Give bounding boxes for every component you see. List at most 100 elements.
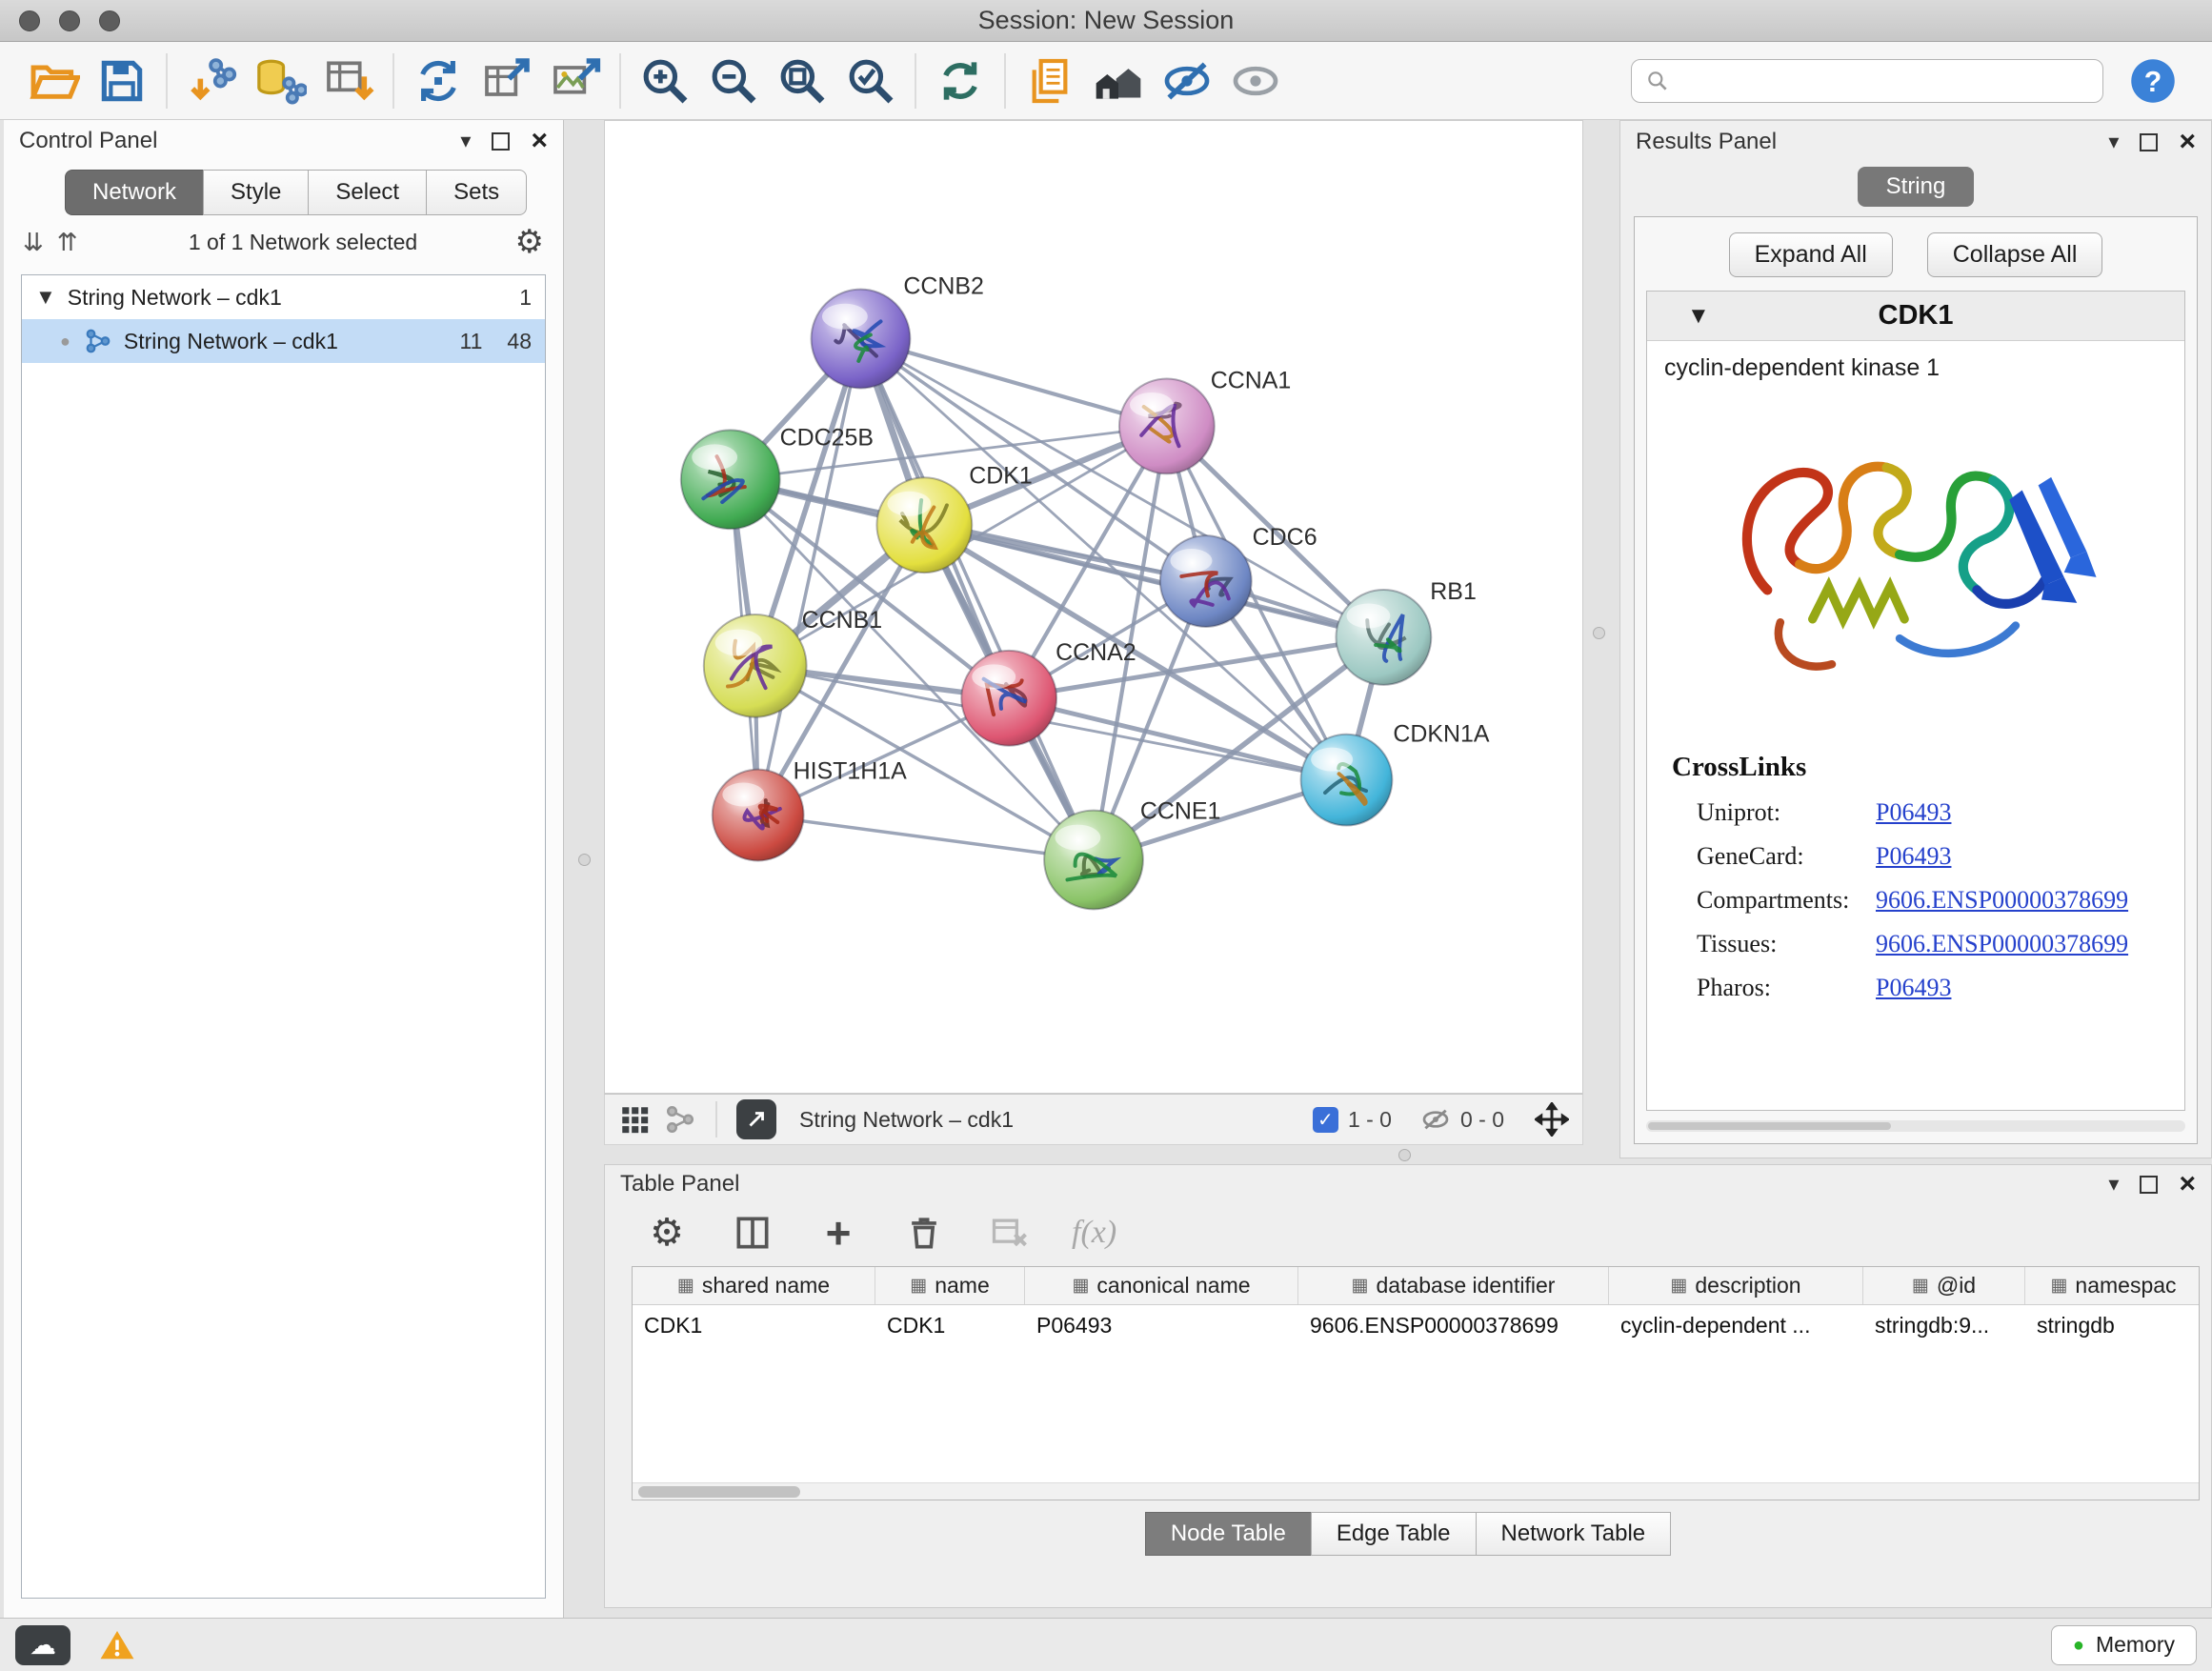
panel-menu-icon[interactable]: ▾ [2108, 131, 2119, 152]
node-CDC6[interactable] [1160, 535, 1252, 627]
tab-network-table[interactable]: Network Table [1476, 1512, 1672, 1556]
home-button[interactable] [1084, 47, 1153, 115]
node-CCNA2[interactable] [961, 651, 1056, 746]
zoom-selected-button[interactable] [836, 47, 905, 115]
function-builder-button[interactable]: f(x) [1072, 1215, 1116, 1251]
table-cell[interactable]: cyclin-dependent ... [1609, 1305, 1863, 1345]
save-session-button[interactable] [88, 47, 156, 115]
table-cell[interactable]: CDK1 [633, 1305, 875, 1345]
edge-CCNB2-HIST1H1A[interactable] [758, 339, 861, 815]
maximize-window-button[interactable] [99, 10, 120, 31]
splitter-handle[interactable] [1398, 1149, 1411, 1161]
open-session-button[interactable] [19, 47, 88, 115]
network-canvas[interactable]: CCNB2CCNA1CDC25BCDK1CDC6RB1CCNB1CCNA2CDK… [604, 120, 1583, 1094]
hide-selected-button[interactable] [1153, 47, 1221, 115]
network-graph[interactable]: CCNB2CCNA1CDC25BCDK1CDC6RB1CCNB1CCNA2CDK… [605, 121, 1582, 1093]
show-all-button[interactable] [1221, 47, 1290, 115]
column-header-shared-name[interactable]: ▦shared name [633, 1267, 875, 1304]
close-panel-icon[interactable]: × [531, 127, 548, 155]
node-CCNB1[interactable] [704, 614, 807, 717]
import-table-button[interactable] [314, 47, 383, 115]
show-columns-button[interactable] [729, 1209, 776, 1257]
column-header-description[interactable]: ▦description [1609, 1267, 1863, 1304]
expand-all-networks-icon[interactable]: ⇊ [23, 228, 44, 257]
splitter-handle[interactable] [578, 854, 591, 866]
table-cell[interactable]: P06493 [1025, 1305, 1298, 1345]
pan-crosshair-icon[interactable] [1535, 1102, 1569, 1137]
expand-all-button[interactable]: Expand All [1729, 232, 1893, 277]
collapse-all-networks-icon[interactable]: ⇈ [57, 228, 78, 257]
edge-HIST1H1A-CCNE1[interactable] [758, 815, 1094, 860]
zoom-fit-button[interactable] [768, 47, 836, 115]
node-CCNE1[interactable] [1044, 811, 1143, 910]
memory-button[interactable]: ● Memory [2051, 1625, 2197, 1665]
table-cell[interactable]: CDK1 [875, 1305, 1025, 1345]
tab-sets[interactable]: Sets [426, 170, 527, 215]
duplicate-network-button[interactable] [1016, 47, 1084, 115]
zoom-in-button[interactable] [631, 47, 699, 115]
grid-view-icon[interactable] [618, 1103, 651, 1136]
crosslink-value-link[interactable]: 9606.ENSP00000378699 [1876, 930, 2128, 958]
column-header-@id[interactable]: ▦@id [1863, 1267, 2025, 1304]
help-button[interactable]: ? [2126, 54, 2180, 108]
close-window-button[interactable] [19, 10, 40, 31]
tab-node-table[interactable]: Node Table [1145, 1512, 1311, 1556]
tab-select[interactable]: Select [308, 170, 426, 215]
results-scrollbar[interactable] [1646, 1120, 2185, 1132]
share-view-icon[interactable] [664, 1103, 696, 1136]
tab-string[interactable]: String [1858, 167, 1975, 207]
panel-menu-icon[interactable]: ▾ [460, 131, 471, 151]
export-image-button[interactable] [541, 47, 610, 115]
column-header-namespac[interactable]: ▦namespac [2025, 1267, 2200, 1304]
export-table-button[interactable] [473, 47, 541, 115]
node-CDK1[interactable] [876, 477, 972, 573]
add-column-button[interactable]: + [814, 1209, 862, 1257]
column-header-database-identifier[interactable]: ▦database identifier [1298, 1267, 1609, 1304]
float-panel-icon[interactable] [2140, 133, 2158, 151]
table-cell[interactable]: stringdb [2025, 1305, 2200, 1345]
network-options-gear-icon[interactable]: ⚙ [515, 226, 544, 258]
table-cell[interactable]: stringdb:9... [1863, 1305, 2025, 1345]
node-CCNA1[interactable] [1119, 378, 1215, 473]
selected-items-checkbox[interactable]: ✓ [1313, 1107, 1338, 1133]
float-panel-icon[interactable] [2140, 1176, 2158, 1194]
splitter-handle[interactable] [1593, 627, 1605, 639]
close-panel-icon[interactable]: × [2179, 128, 2196, 156]
delete-column-button[interactable] [900, 1209, 948, 1257]
zoom-out-button[interactable] [699, 47, 768, 115]
panel-menu-icon[interactable]: ▾ [2108, 1174, 2119, 1195]
delete-table-button-disabled[interactable] [986, 1209, 1034, 1257]
node-HIST1H1A[interactable] [713, 770, 804, 861]
import-network-from-database-button[interactable] [246, 47, 314, 115]
table-horizontal-scrollbar[interactable] [633, 1482, 2199, 1500]
node-CDC25B[interactable] [681, 430, 780, 529]
minimize-window-button[interactable] [59, 10, 80, 31]
table-options-gear-icon[interactable]: ⚙ [643, 1209, 691, 1257]
node-CCNB2[interactable] [812, 290, 911, 389]
cloud-button[interactable]: ☁ [15, 1625, 70, 1665]
apply-layout-button[interactable] [404, 47, 473, 115]
column-header-canonical-name[interactable]: ▦canonical name [1025, 1267, 1298, 1304]
open-in-new-window-button[interactable] [736, 1099, 776, 1139]
crosslink-value-link[interactable]: P06493 [1876, 842, 1951, 871]
collapse-all-button[interactable]: Collapse All [1927, 232, 2103, 277]
hidden-items-eye-slash-icon[interactable] [1420, 1104, 1451, 1135]
column-header-name[interactable]: ▦name [875, 1267, 1025, 1304]
crosslink-value-link[interactable]: P06493 [1876, 798, 1951, 827]
table-row[interactable]: CDK1CDK1P064939606.ENSP00000378699cyclin… [633, 1305, 2199, 1345]
tab-edge-table[interactable]: Edge Table [1311, 1512, 1476, 1556]
tree-expanded-icon[interactable]: ▼ [35, 287, 56, 308]
tab-style[interactable]: Style [203, 170, 308, 215]
tab-network[interactable]: Network [65, 170, 203, 215]
import-network-button[interactable] [177, 47, 246, 115]
crosslink-value-link[interactable]: 9606.ENSP00000378699 [1876, 886, 2128, 915]
network-row-selected[interactable]: ● String Network – cdk1 11 48 [22, 319, 545, 363]
node-CDKN1A[interactable] [1301, 735, 1393, 826]
search-input[interactable] [1679, 68, 2089, 93]
table-cell[interactable]: 9606.ENSP00000378699 [1298, 1305, 1609, 1345]
network-collection-row[interactable]: ▼ String Network – cdk1 1 [22, 275, 545, 319]
warnings-button[interactable] [95, 1625, 139, 1665]
crosslink-value-link[interactable]: P06493 [1876, 974, 1951, 1002]
node-RB1[interactable] [1337, 590, 1432, 685]
close-panel-icon[interactable]: × [2179, 1170, 2196, 1198]
